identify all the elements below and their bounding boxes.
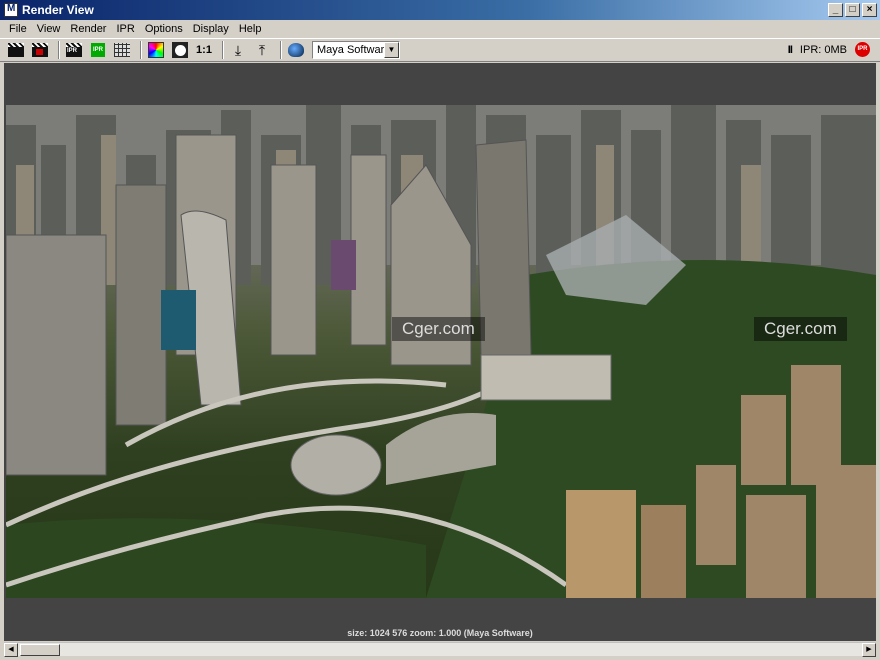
ipr-status: II IPR: 0MB IPR [788,42,870,57]
ipr-clapboard-icon [66,43,82,57]
rendered-image: Cger.com Cger.com [6,105,876,598]
redo-render-button[interactable] [6,40,26,60]
window-title: Render View [22,3,94,17]
ipr-render-button[interactable] [64,40,84,60]
watermark-right: Cger.com [754,317,847,341]
teapot-icon [288,43,304,57]
render-status: size: 1024 576 zoom: 1.000 (Maya Softwar… [347,628,533,638]
menu-help[interactable]: Help [234,23,267,35]
minimize-button[interactable]: _ [828,3,843,17]
city-render-illustration [6,105,876,598]
scroll-right-button[interactable]: ▶ [862,643,876,657]
clapboard-icon [8,43,24,57]
render-viewport[interactable]: Cger.com Cger.com size: 1024 576 zoom: 1… [4,63,876,641]
maximize-button[interactable]: □ [845,3,860,17]
close-button[interactable]: × [862,3,877,17]
real-size-button[interactable]: 1:1 [194,40,214,60]
pause-icon[interactable]: II [788,44,793,56]
menu-file[interactable]: File [4,23,32,35]
maya-app-icon [4,3,18,17]
title-bar: Render View _ □ × [0,0,880,20]
renderer-dropdown[interactable]: Maya Software ▼ [312,41,400,59]
scroll-thumb[interactable] [20,644,60,656]
watermark-center: Cger.com [392,317,485,341]
renderer-value: Maya Software [317,44,391,56]
render-settings-button[interactable] [112,40,132,60]
display-rgb-button[interactable] [146,40,166,60]
snapshot-button[interactable] [286,40,306,60]
keep-image-icon: ⤓ [234,41,242,58]
horizontal-scrollbar[interactable]: ◀ ▶ [4,642,876,657]
display-alpha-button[interactable] [170,40,190,60]
remove-image-icon: ⤒ [258,41,266,58]
window-controls: _ □ × [828,3,877,17]
toolbar-separator [280,41,282,59]
ipr-refresh-icon: IPR [91,43,105,57]
ipr-stop-icon[interactable]: IPR [855,42,870,57]
keep-image-button[interactable]: ⤓ [228,40,248,60]
menu-render[interactable]: Render [65,23,111,35]
menu-options[interactable]: Options [140,23,188,35]
alpha-channel-icon [172,42,188,58]
refresh-ipr-button[interactable]: IPR [88,40,108,60]
render-settings-icon [114,43,130,57]
toolbar-separator [140,41,142,59]
scroll-left-button[interactable]: ◀ [4,643,18,657]
render-region-button[interactable] [30,40,50,60]
toolbar: IPR 1:1 ⤓ ⤒ Maya Software ▼ II IPR: 0MB … [0,38,880,62]
rgb-channels-icon [148,42,164,58]
toolbar-separator [58,41,60,59]
ipr-memory-label: IPR: 0MB [799,43,847,56]
render-region-icon [32,43,48,57]
menu-ipr[interactable]: IPR [111,23,139,35]
chevron-down-icon[interactable]: ▼ [384,42,399,58]
toolbar-separator [222,41,224,59]
remove-image-button[interactable]: ⤒ [252,40,272,60]
menu-bar: File View Render IPR Options Display Hel… [0,20,880,38]
menu-view[interactable]: View [32,23,66,35]
menu-display[interactable]: Display [188,23,234,35]
real-size-label: 1:1 [196,44,212,56]
